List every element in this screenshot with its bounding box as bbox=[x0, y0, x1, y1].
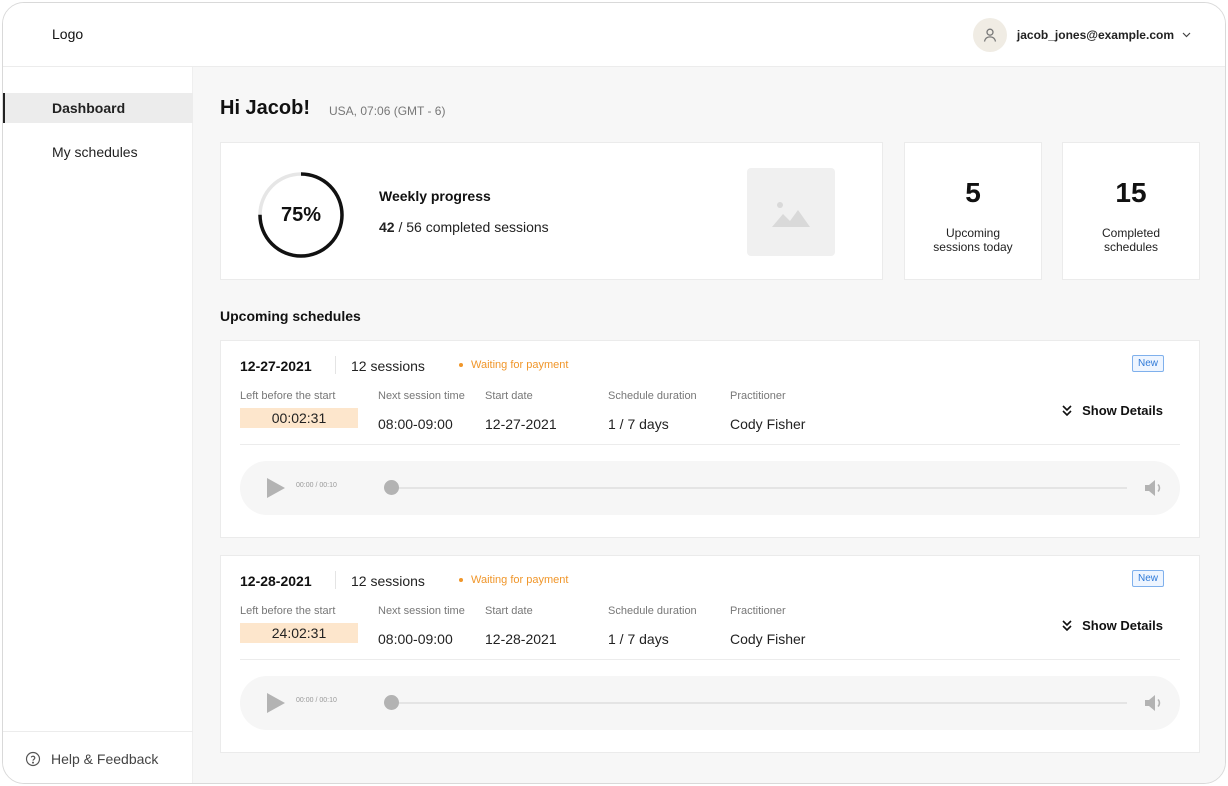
schedule-duration: Schedule duration 1 / 7 days bbox=[608, 605, 697, 647]
sidebar-item-dashboard[interactable]: Dashboard bbox=[3, 93, 193, 123]
image-placeholder-icon bbox=[772, 202, 810, 227]
field-label: Next session time bbox=[378, 390, 465, 402]
sessions-count: 12 sessions bbox=[351, 573, 425, 589]
divider bbox=[335, 356, 336, 374]
help-label: Help & Feedback bbox=[51, 750, 159, 767]
practitioner: Practitioner Cody Fisher bbox=[730, 605, 805, 647]
app-window: Logo jacob_jones@example.com Dashboard M… bbox=[2, 2, 1226, 784]
field-value: 1 / 7 days bbox=[608, 416, 669, 432]
top-bar: Logo jacob_jones@example.com bbox=[3, 3, 1225, 67]
divider bbox=[240, 444, 1180, 445]
seek-track[interactable] bbox=[392, 702, 1127, 704]
chevron-down-icon[interactable] bbox=[1182, 32, 1191, 38]
schedule-date: 12-28-2021 bbox=[240, 573, 312, 589]
next-session-time: Next session time 08:00-09:00 bbox=[378, 605, 465, 647]
user-menu[interactable]: jacob_jones@example.com bbox=[972, 18, 1191, 52]
next-session-time: Next session time 08:00-09:00 bbox=[378, 390, 465, 432]
field-label: Next session time bbox=[378, 605, 465, 617]
progress-percent: 75% bbox=[280, 203, 322, 226]
stat-label: Upcoming sessions today bbox=[933, 226, 1013, 254]
logo[interactable]: Logo bbox=[52, 26, 83, 42]
status-dot-icon bbox=[459, 363, 463, 367]
show-details-label: Show Details bbox=[1082, 403, 1163, 418]
image-placeholder bbox=[747, 168, 835, 256]
sessions-count: 12 sessions bbox=[351, 358, 425, 374]
play-icon[interactable] bbox=[266, 477, 286, 499]
field-value: 08:00-09:00 bbox=[378, 416, 453, 432]
status-text: Waiting for payment bbox=[471, 359, 569, 371]
new-badge: New bbox=[1131, 570, 1164, 587]
completed-sessions-text: 42 / 56 completed sessions bbox=[379, 219, 549, 235]
volume-icon[interactable] bbox=[1144, 478, 1164, 498]
field-value: 12-27-2021 bbox=[485, 416, 557, 432]
field-label: Left before the start bbox=[240, 390, 336, 402]
seek-track[interactable] bbox=[392, 487, 1127, 489]
stat-completed-schedules: 15 Completed schedules bbox=[1062, 142, 1200, 280]
user-icon bbox=[983, 28, 997, 42]
avatar[interactable] bbox=[972, 18, 1007, 52]
double-chevron-down-icon bbox=[1062, 620, 1072, 631]
schedule-card: 12-28-2021 12 sessions Waiting for payme… bbox=[220, 555, 1200, 753]
status-dot-icon bbox=[459, 578, 463, 582]
status-text: Waiting for payment bbox=[471, 574, 569, 586]
field-value: Cody Fisher bbox=[730, 416, 806, 432]
field-label: Practitioner bbox=[730, 605, 786, 617]
show-details-label: Show Details bbox=[1082, 618, 1163, 633]
play-icon[interactable] bbox=[266, 692, 286, 714]
divider bbox=[335, 571, 336, 589]
player-time: 00:00 / 00:10 bbox=[296, 482, 337, 489]
stat-value: 5 bbox=[965, 177, 981, 208]
player-time: 00:00 / 00:10 bbox=[296, 697, 337, 704]
field-label: Schedule duration bbox=[608, 390, 697, 402]
total-sessions-text: / 56 completed sessions bbox=[398, 219, 549, 235]
page-title: Hi Jacob! bbox=[220, 97, 311, 119]
completed-count: 42 bbox=[379, 219, 395, 235]
field-value: 12-28-2021 bbox=[485, 631, 557, 647]
start-date: Start date 12-28-2021 bbox=[485, 605, 557, 647]
left-before-start: Left before the start 24:02:31 bbox=[240, 605, 358, 643]
double-chevron-down-icon bbox=[1062, 405, 1072, 416]
countdown-value: 00:02:31 bbox=[240, 408, 358, 428]
schedule-card: 12-27-2021 12 sessions Waiting for payme… bbox=[220, 340, 1200, 538]
field-value: 1 / 7 days bbox=[608, 631, 669, 647]
status-badge: Waiting for payment bbox=[459, 359, 568, 371]
left-before-start: Left before the start 00:02:31 bbox=[240, 390, 358, 428]
field-value: 08:00-09:00 bbox=[378, 631, 453, 647]
field-label: Schedule duration bbox=[608, 605, 697, 617]
help-feedback-link[interactable]: Help & Feedback bbox=[3, 731, 193, 783]
section-title: Upcoming schedules bbox=[220, 308, 361, 324]
weekly-progress-title: Weekly progress bbox=[379, 188, 491, 204]
field-label: Left before the start bbox=[240, 605, 336, 617]
field-label: Start date bbox=[485, 605, 533, 617]
schedule-duration: Schedule duration 1 / 7 days bbox=[608, 390, 697, 432]
field-label: Practitioner bbox=[730, 390, 786, 402]
volume-icon[interactable] bbox=[1144, 693, 1164, 713]
sidebar: Dashboard My schedules Help & Feedback bbox=[3, 67, 193, 783]
schedule-date: 12-27-2021 bbox=[240, 358, 312, 374]
stat-label: Completed schedules bbox=[1101, 226, 1161, 254]
status-badge: Waiting for payment bbox=[459, 574, 568, 586]
divider bbox=[240, 659, 1180, 660]
weekly-progress-card: 75% Weekly progress 42 / 56 completed se… bbox=[220, 142, 883, 280]
practitioner: Practitioner Cody Fisher bbox=[730, 390, 805, 432]
field-value: Cody Fisher bbox=[730, 631, 806, 647]
audio-player: 00:00 / 00:10 bbox=[240, 461, 1180, 515]
start-date: Start date 12-27-2021 bbox=[485, 390, 557, 432]
audio-player: 00:00 / 00:10 bbox=[240, 676, 1180, 730]
countdown-value: 24:02:31 bbox=[240, 623, 358, 643]
show-details-button[interactable]: Show Details bbox=[1062, 618, 1163, 633]
stat-upcoming-sessions: 5 Upcoming sessions today bbox=[904, 142, 1042, 280]
show-details-button[interactable]: Show Details bbox=[1062, 403, 1163, 418]
seek-handle[interactable] bbox=[384, 480, 399, 495]
field-label: Start date bbox=[485, 390, 533, 402]
stat-value: 15 bbox=[1115, 177, 1147, 208]
user-email[interactable]: jacob_jones@example.com bbox=[1017, 28, 1174, 42]
main-content: Hi Jacob! USA, 07:06 (GMT - 6) 75% Weekl… bbox=[193, 67, 1225, 783]
sidebar-item-my-schedules[interactable]: My schedules bbox=[3, 137, 193, 167]
new-badge: New bbox=[1131, 355, 1164, 372]
seek-handle[interactable] bbox=[384, 695, 399, 710]
timezone-label: USA, 07:06 (GMT - 6) bbox=[329, 104, 446, 118]
help-circle-icon bbox=[25, 751, 41, 766]
